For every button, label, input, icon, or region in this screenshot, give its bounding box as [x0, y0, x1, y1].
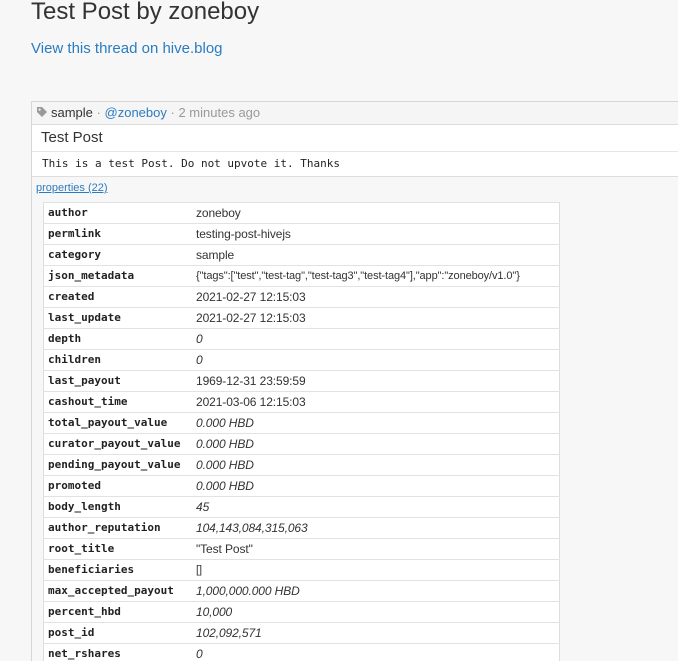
property-value: 1969-12-31 23:59:59 — [192, 370, 560, 392]
page: Test Post by zoneboy View this thread on… — [0, 0, 678, 661]
property-value: 0.000 HBD — [192, 454, 560, 476]
property-key: created — [43, 286, 192, 308]
property-row: beneficiaries[] — [43, 559, 560, 581]
property-row: author zoneboy — [43, 202, 560, 224]
property-key: post_id — [43, 622, 192, 644]
property-row: last_update 2021-02-27 12:15:03 — [43, 307, 560, 329]
property-key: cashout_time — [43, 391, 192, 413]
property-value: 1,000,000.000 HBD — [192, 580, 560, 602]
property-key: last_update — [43, 307, 192, 329]
property-key: percent_hbd — [43, 601, 192, 623]
header-separator: · — [96, 105, 101, 120]
header-separator: · — [170, 105, 175, 120]
property-row: post_id 102,092,571 — [43, 622, 560, 644]
property-row: permlink testing-post-hivejs — [43, 223, 560, 245]
property-key: children — [43, 349, 192, 371]
property-row: created 2021-02-27 12:15:03 — [43, 286, 560, 308]
property-row: children 0 — [43, 349, 560, 371]
property-row: last_payout 1969-12-31 23:59:59 — [43, 370, 560, 392]
property-key: max_accepted_payout — [43, 580, 192, 602]
property-value: 0.000 HBD — [192, 475, 560, 497]
properties-table: author zoneboy permlink testing-post-hivejs… — [43, 202, 560, 661]
property-key: permlink — [43, 223, 192, 245]
property-value: {"tags":["test","test-tag","test-tag3","… — [192, 265, 560, 287]
property-row: depth 0 — [43, 328, 560, 350]
property-row: percent_hbd 10,000 — [43, 601, 560, 623]
property-key: curator_payout_value — [43, 433, 192, 455]
property-value: 2021-02-27 12:15:03 — [192, 286, 560, 308]
property-row: json_metadata {"tags":["test","test-tag",… — [43, 265, 560, 287]
property-row: cashout_time 2021-03-06 12:15:03 — [43, 391, 560, 413]
property-row: category sample — [43, 244, 560, 266]
properties-toggle[interactable]: properties (22) — [36, 182, 108, 195]
post-header: sample · @zoneboy · 2 minutes ago — [32, 102, 678, 125]
view-thread-link[interactable]: View this thread on hive.blog — [31, 40, 223, 58]
property-value: 0 — [192, 643, 560, 661]
post-tag[interactable]: sample — [51, 105, 93, 120]
property-key: promoted — [43, 475, 192, 497]
property-row: pending_payout_value 0.000 HBD — [43, 454, 560, 476]
post-card: sample · @zoneboy · 2 minutes ago Test P… — [31, 101, 678, 661]
property-value: 0.000 HBD — [192, 412, 560, 434]
post-time: 2 minutes ago — [178, 105, 261, 120]
author-link[interactable]: @zoneboy — [105, 105, 167, 120]
property-key: body_length — [43, 496, 192, 518]
property-key: json_metadata — [43, 265, 192, 287]
property-key: author — [43, 202, 192, 224]
property-key: pending_payout_value — [43, 454, 192, 476]
property-row: body_length 45 — [43, 496, 560, 518]
property-value: "Test Post" — [192, 538, 560, 560]
tag-icon — [37, 107, 47, 117]
property-value: zoneboy — [192, 202, 560, 224]
property-value: 102,092,571 — [192, 622, 560, 644]
property-value: 10,000 — [192, 601, 560, 623]
property-row: curator_payout_value 0.000 HBD — [43, 433, 560, 455]
property-value: 0 — [192, 328, 560, 350]
property-key: net_rshares — [43, 643, 192, 661]
property-value: 0.000 HBD — [192, 433, 560, 455]
property-value: testing-post-hivejs — [192, 223, 560, 245]
property-row: root_title "Test Post" — [43, 538, 560, 560]
property-value: 2021-03-06 12:15:03 — [192, 391, 560, 413]
property-value: 104,143,084,315,063 — [192, 517, 560, 539]
property-row: total_payout_value 0.000 HBD — [43, 412, 560, 434]
property-value: 45 — [192, 496, 560, 518]
property-value: 2021-02-27 12:15:03 — [192, 307, 560, 329]
property-value: 0 — [192, 349, 560, 371]
property-key: beneficiaries — [43, 559, 192, 581]
property-key: author_reputation — [43, 517, 192, 539]
post-title: Test Post — [32, 125, 678, 152]
properties-section: properties (22) author zoneboy permlink tes… — [32, 177, 678, 661]
property-row: author_reputation 104,143,084,315,063 — [43, 517, 560, 539]
property-row: net_rshares 0 — [43, 643, 560, 661]
property-row: promoted 0.000 HBD — [43, 475, 560, 497]
page-title: Test Post by zoneboy — [31, 0, 260, 25]
property-value: [] — [192, 559, 560, 581]
property-key: root_title — [43, 538, 192, 560]
property-key: last_payout — [43, 370, 192, 392]
post-body: This is a test Post. Do not upvote it. T… — [32, 152, 678, 177]
property-value: sample — [192, 244, 560, 266]
property-key: depth — [43, 328, 192, 350]
property-row: max_accepted_payout 1,000,000.000 HBD — [43, 580, 560, 602]
property-key: category — [43, 244, 192, 266]
property-key: total_payout_value — [43, 412, 192, 434]
